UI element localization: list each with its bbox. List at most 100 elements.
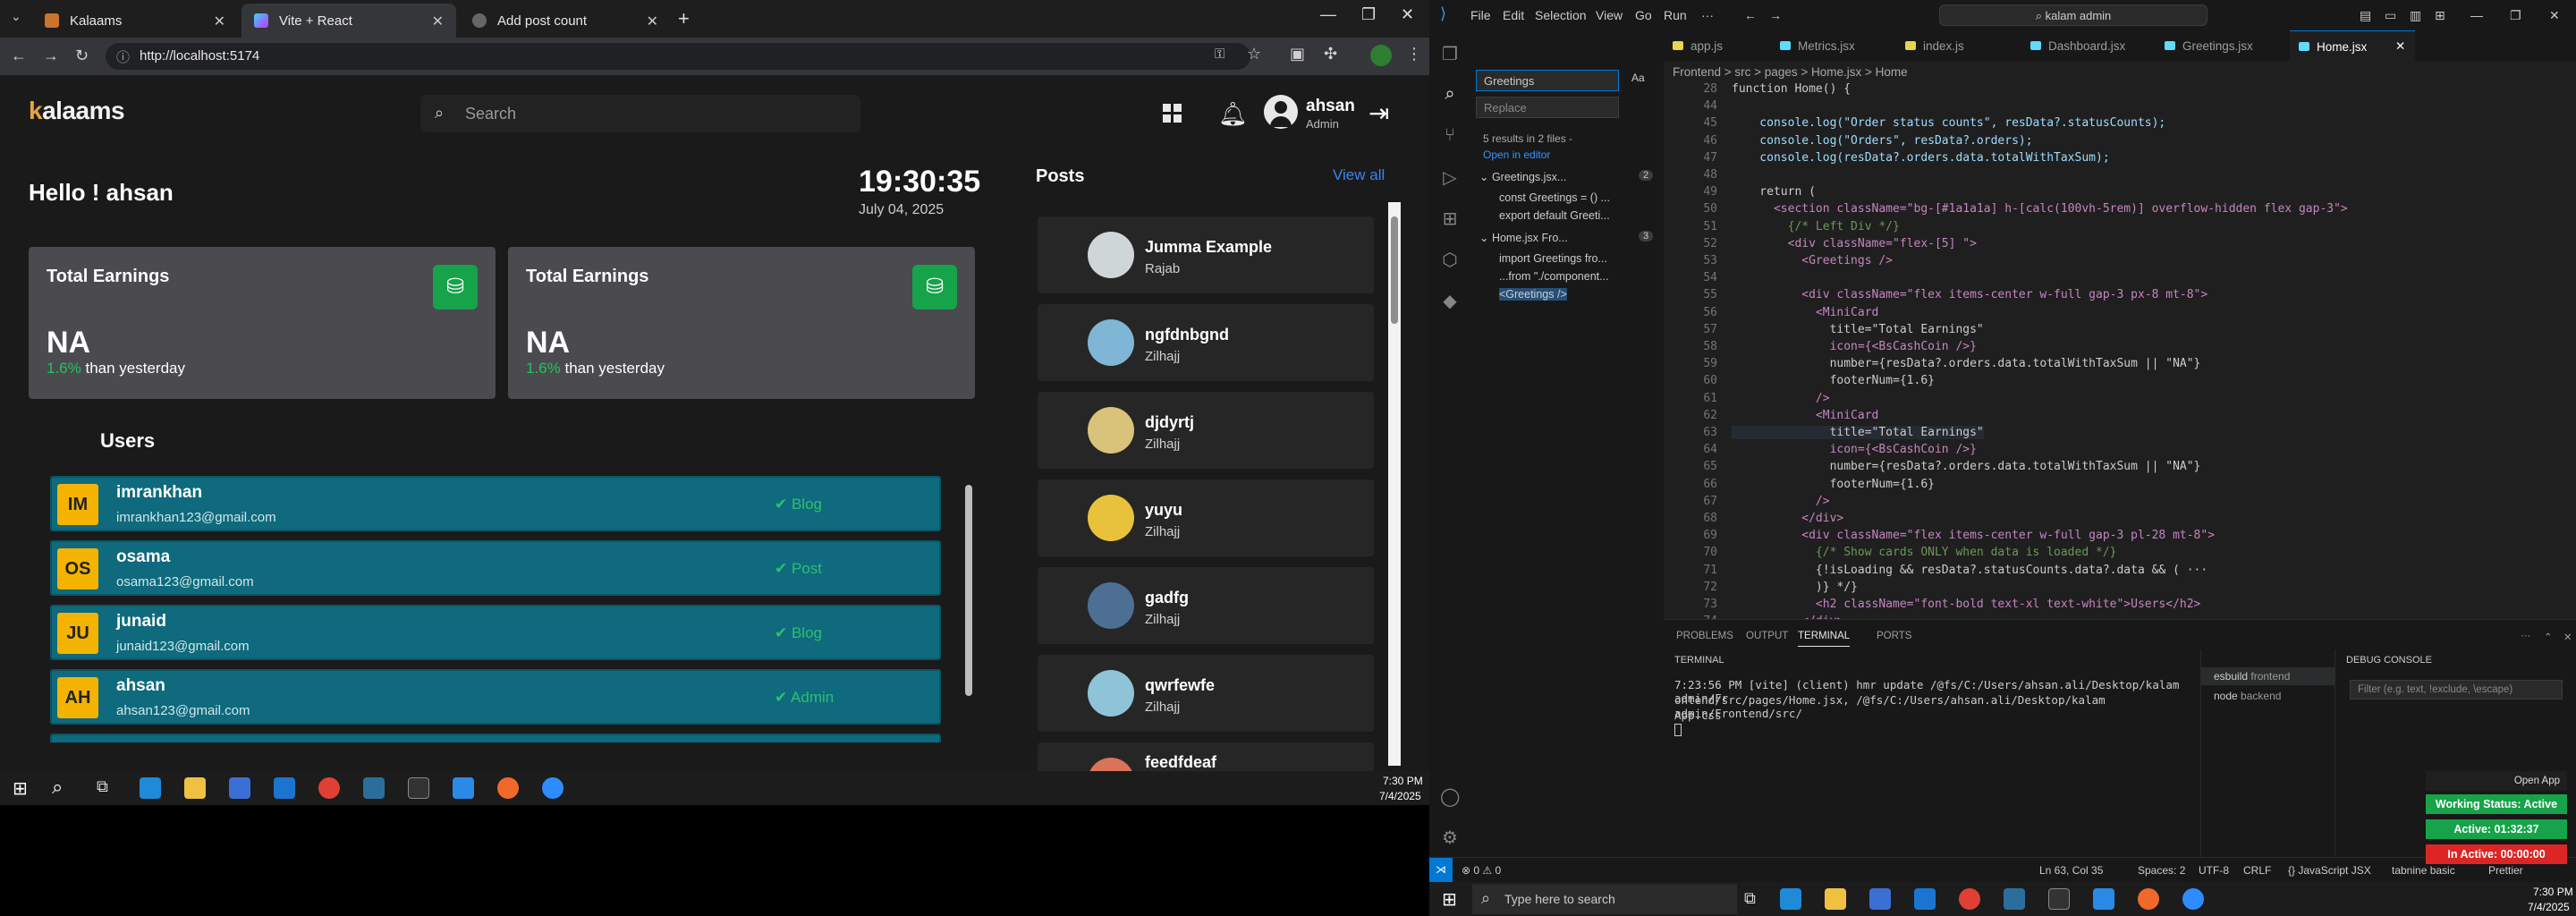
post-item[interactable]: gadfg Zilhajj	[1038, 567, 1374, 644]
code-line[interactable]: <section className="bg-[#1a1a1a] h-[calc…	[1732, 202, 2348, 216]
encoding[interactable]: UTF-8	[2199, 864, 2229, 877]
windows-start-icon[interactable]: ⊞	[1442, 888, 1457, 911]
mail-icon[interactable]	[274, 777, 295, 799]
minimize-button[interactable]: —	[1320, 5, 1336, 24]
user-row[interactable]: JU junaid junaid123@gmail.com ✔ Blog	[50, 605, 941, 660]
debug-filter-input[interactable]: Filter (e.g. text, !exclude, \escape)	[2350, 680, 2563, 700]
users-list[interactable]: IM imrankhan imrankhan123@gmail.com ✔ Bl…	[50, 474, 941, 742]
panel-tab-ports[interactable]: PORTS	[1877, 631, 1911, 641]
post-item[interactable]: ngfdnbgnd Zilhajj	[1038, 304, 1374, 381]
code-line[interactable]: <Greetings />	[1732, 254, 1893, 267]
code-line[interactable]: />	[1732, 495, 1830, 508]
post-item[interactable]: Jumma Example Rajab	[1038, 216, 1374, 293]
menu-view[interactable]: View	[1596, 8, 1623, 22]
users-scrollbar[interactable]	[962, 474, 975, 742]
search-input[interactable]: ⌕ Search	[420, 95, 860, 132]
taskbar-search-box[interactable]: ⌕ Type here to search	[1472, 884, 1737, 914]
code-line[interactable]: console.log(resData?.orders.data.totalWi…	[1732, 151, 2109, 165]
toggle-sidebar-icon[interactable]: ▥	[2410, 8, 2421, 23]
remote-icon[interactable]: ⋊	[1429, 858, 1453, 882]
result-line[interactable]: <Greetings />	[1499, 288, 1567, 301]
terminal-item[interactable]: node backend	[2201, 687, 2335, 705]
language-mode[interactable]: {} JavaScript JSX	[2288, 864, 2371, 877]
user-avatar-icon[interactable]	[1264, 95, 1298, 129]
code-line[interactable]: {/* Show cards ONLY when data is loaded …	[1732, 546, 2117, 559]
code-line[interactable]: </div>	[1732, 512, 1843, 525]
menu-file[interactable]: File	[1470, 8, 1491, 22]
bell-icon[interactable]: 🔔︎	[1218, 100, 1248, 128]
new-tab-button[interactable]: +	[678, 7, 690, 30]
code-line[interactable]: {/* Left Div */}	[1732, 220, 1900, 233]
code-line[interactable]: title="Total Earnings"	[1732, 426, 1984, 439]
editor-tab[interactable]: Dashboard.jsx	[2021, 30, 2156, 61]
menu-run[interactable]: Run	[1664, 8, 1687, 22]
search-taskbar-icon[interactable]: ⌕	[52, 776, 63, 799]
extensions-icon[interactable]: ⊞	[1440, 208, 1460, 229]
profile-avatar[interactable]	[1370, 45, 1392, 66]
menu-edit[interactable]: Edit	[1503, 8, 1524, 22]
close-window-button[interactable]: ✕	[1401, 5, 1414, 24]
zoom-icon[interactable]	[542, 777, 564, 799]
logout-icon[interactable]: ⇥	[1368, 98, 1389, 128]
chrome-icon[interactable]	[1959, 888, 1980, 910]
browser-tab-vite[interactable]: Vite + React ✕	[242, 4, 456, 38]
vscode-taskbar-icon[interactable]	[2093, 888, 2114, 910]
result-line[interactable]: export default Greeti...	[1499, 209, 1610, 222]
panel-tab-terminal[interactable]: TERMINAL	[1798, 631, 1851, 647]
code-line[interactable]: <div className="flex-[5] ">	[1732, 237, 1977, 250]
code-line[interactable]: <h2 className="font-bold text-xl text-wh…	[1732, 598, 2200, 611]
layout-icon[interactable]: ▤	[2360, 8, 2371, 23]
postman-icon[interactable]	[2138, 888, 2159, 910]
task-view-icon[interactable]: ⧉	[97, 777, 108, 796]
code-line[interactable]: <div className="flex items-center w-full…	[1732, 529, 2215, 542]
explorer-icon[interactable]: ❐	[1440, 43, 1460, 64]
editor-tab[interactable]: app.js	[1664, 30, 1771, 61]
replace-input[interactable]: Replace	[1476, 97, 1619, 118]
vscode-taskbar-icon[interactable]	[453, 777, 474, 799]
source-control-icon[interactable]: ⑂	[1440, 125, 1460, 145]
result-line[interactable]: import Greetings fro...	[1499, 252, 1607, 265]
code-line[interactable]: footerNum={1.6}	[1732, 478, 1935, 491]
post-item[interactable]: qwrfewfe Zilhajj	[1038, 655, 1374, 732]
site-info-icon[interactable]: ⓘ	[116, 47, 130, 66]
menu-selection[interactable]: Selection	[1535, 8, 1587, 22]
close-panel-icon[interactable]: ✕	[2563, 631, 2572, 643]
code-line[interactable]: />	[1732, 392, 1830, 405]
reload-icon[interactable]: ↻	[75, 47, 89, 65]
code-line[interactable]: <MiniCard	[1732, 306, 1878, 319]
code-line[interactable]: {!isLoading && resData?.statusCounts.dat…	[1732, 564, 2207, 577]
close-tab-icon[interactable]: ✕	[432, 13, 444, 30]
code-line[interactable]: <div className="flex items-center w-full…	[1732, 288, 2207, 301]
posts-scrollbar[interactable]	[1388, 202, 1401, 766]
sidebar-search-input[interactable]: Greetings	[1476, 70, 1619, 91]
code-editor[interactable]: 28 function Home() {44 45 console.log("Ord…	[1664, 82, 2576, 628]
task-view-icon[interactable]: ⧉	[1744, 889, 1756, 908]
result-file[interactable]: ⌄ Home.jsx Fro... 3	[1479, 231, 1658, 249]
maximize-button[interactable]: ❐	[1361, 5, 1376, 24]
toggle-panel-icon[interactable]: ▭	[2385, 8, 2396, 23]
code-line[interactable]: footerNum={1.6}	[1732, 374, 1935, 387]
problems-count[interactable]: ⊗ 0 ⚠ 0	[1462, 864, 1501, 877]
apps-grid-icon[interactable]	[1163, 104, 1182, 123]
browser-tab-add-post[interactable]: Add post count ✕	[460, 4, 671, 38]
panel-tab-problems[interactable]: PROBLEMS	[1676, 631, 1733, 641]
user-row[interactable]	[50, 734, 941, 742]
open-app-button[interactable]: Open App	[2426, 771, 2567, 791]
mail-icon[interactable]	[1914, 888, 1936, 910]
editor-tab-active[interactable]: Home.jsx ✕	[2290, 30, 2415, 61]
customize-layout-icon[interactable]: ⊞	[2435, 8, 2445, 23]
terminal-icon[interactable]	[2048, 888, 2070, 910]
posts-list[interactable]: Jumma Example Rajab ngfdnbgnd Zilhajj djdy…	[1038, 211, 1374, 771]
post-item[interactable]: feedfdeaf	[1038, 742, 1374, 771]
bookmark-star-icon[interactable]: ☆	[1247, 45, 1261, 64]
back-icon[interactable]: ←	[11, 47, 27, 65]
indentation[interactable]: Spaces: 2	[2138, 864, 2185, 877]
forward-icon[interactable]: →	[43, 47, 59, 65]
cursor-position[interactable]: Ln 63, Col 35	[2039, 864, 2103, 877]
code-line[interactable]: )} */}	[1732, 581, 1858, 594]
code-line[interactable]: icon={<BsCashCoin />}	[1732, 340, 1977, 353]
postman-icon[interactable]	[497, 777, 519, 799]
settings-gear-icon[interactable]: ⚙	[1440, 827, 1460, 848]
user-row[interactable]: IM imrankhan imrankhan123@gmail.com ✔ Bl…	[50, 476, 941, 531]
windows-start-icon[interactable]: ⊞	[13, 777, 28, 800]
